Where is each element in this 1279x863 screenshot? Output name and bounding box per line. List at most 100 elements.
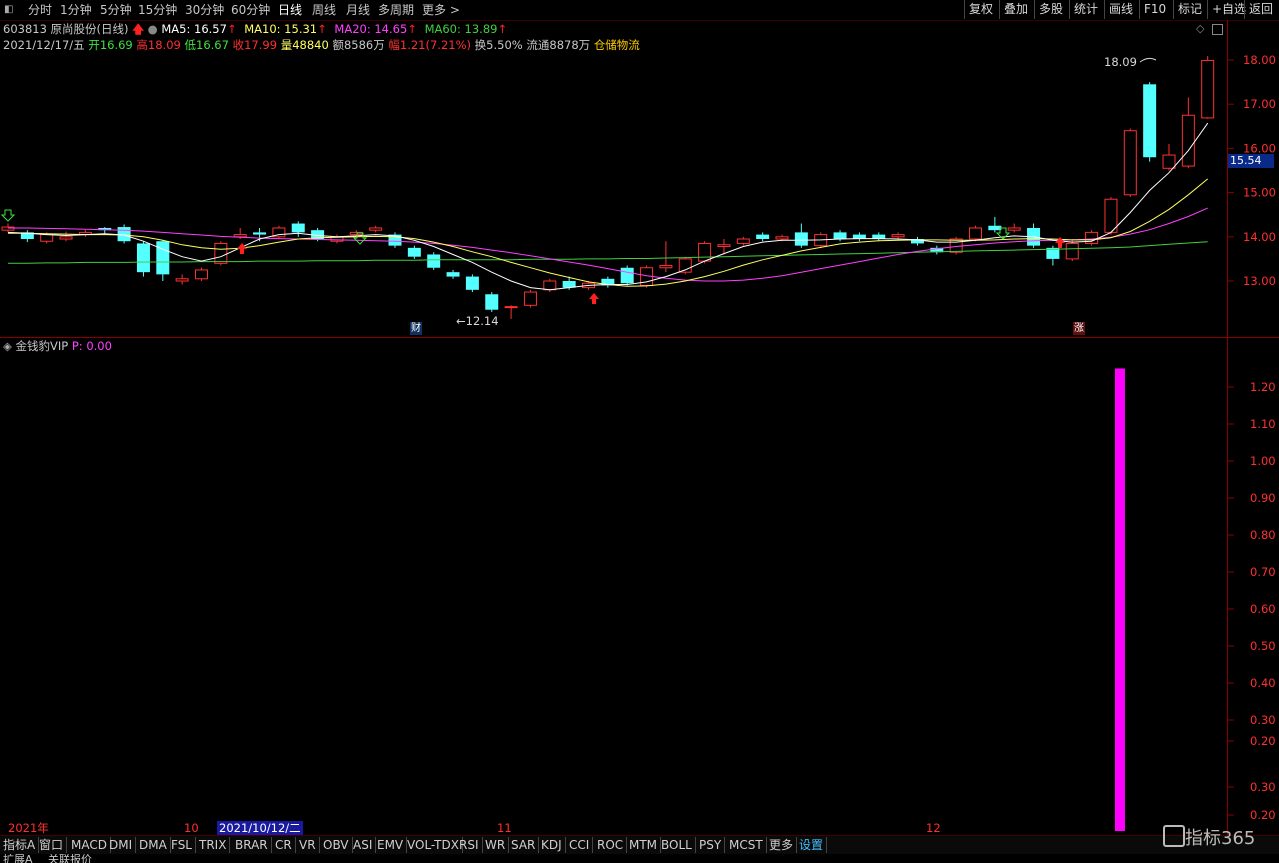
high-pointer-icon — [1139, 57, 1157, 63]
period-multi[interactable]: 多周期 — [378, 2, 414, 18]
candle-body — [291, 223, 305, 233]
indicator-tab-23[interactable]: MCST — [726, 837, 767, 853]
indicator-tab-13[interactable]: VOL-TDX — [404, 837, 463, 853]
indicator-tick-label: 0.80 — [1250, 528, 1276, 542]
fuquan-button[interactable]: 复权 — [964, 0, 997, 19]
indicator-tick-label: 1.00 — [1250, 454, 1276, 468]
candle-body — [214, 242, 228, 264]
x-label-dec: 12 — [926, 821, 941, 835]
indicator-tab-2[interactable]: MACD — [68, 837, 111, 853]
back-button[interactable]: 返回 — [1244, 0, 1277, 19]
indicator-tab-11[interactable]: ASI — [350, 837, 377, 853]
indicator-tab-bar: 指标A 窗口 MACD DMI DMA FSL TRIX BRAR CR VR OBV ASI EMV V… — [0, 835, 1279, 854]
candle-body — [775, 236, 789, 240]
draw-line-button[interactable]: 画线 — [1104, 0, 1137, 19]
indicator-value: P: 0.00 — [71, 339, 112, 353]
indicator-group — [1114, 368, 1125, 831]
rise-badge[interactable]: 涨 — [1073, 322, 1085, 335]
current-price-label: 15.54 — [1228, 154, 1274, 168]
candle-body — [698, 242, 712, 262]
indicator-tab-6[interactable]: TRIX — [196, 837, 231, 853]
top-toolbar: ◧ 分时 1分钟 5分钟 15分钟 30分钟 60分钟 日线 周线 月线 多周期… — [0, 0, 1279, 21]
indicator-tab-12[interactable]: EMV — [374, 837, 408, 853]
high-annotation: 18.09 — [1104, 55, 1137, 69]
period-15min[interactable]: 15分钟 — [138, 2, 177, 18]
indicator-tab-9[interactable]: VR — [296, 837, 320, 853]
candle-body — [175, 278, 189, 282]
candle-body — [1007, 227, 1021, 231]
indicator-tab-22[interactable]: PSY — [696, 837, 726, 853]
indicator-name[interactable]: 金钱豹VIP — [16, 339, 69, 353]
indicator-tab-20[interactable]: MTM — [626, 837, 662, 853]
indicator-tick-label: 0.20 — [1250, 808, 1276, 822]
period-1min[interactable]: 1分钟 — [60, 2, 92, 18]
indicator-tab-19[interactable]: ROC — [594, 837, 628, 853]
multi-stock-button[interactable]: 多股 — [1034, 0, 1067, 19]
candle-body — [717, 244, 731, 248]
indicator-tab-7[interactable]: BRAR — [232, 837, 272, 853]
indicator-toggle-icon[interactable]: ◈ — [3, 339, 12, 353]
indicator-tab-4[interactable]: DMA — [136, 837, 171, 853]
period-more[interactable]: 更多 > — [422, 2, 460, 18]
indicator-tab-18[interactable]: CCI — [566, 837, 594, 853]
indicator-tick-label: 1.10 — [1250, 417, 1276, 431]
candle-body — [369, 227, 383, 231]
x-label-oct: 10 — [184, 821, 199, 835]
candle-body — [253, 232, 267, 235]
ma5-line — [7, 122, 1209, 291]
candle-body — [485, 294, 499, 310]
candle-body — [659, 265, 673, 269]
indicator-tab-15[interactable]: WR — [482, 837, 510, 853]
candle-body — [794, 232, 808, 246]
candle-body — [156, 241, 170, 275]
period-daily[interactable]: 日线 — [278, 2, 302, 18]
price-tick-label: 17.00 — [1243, 97, 1276, 111]
indicator-tab-8[interactable]: CR — [272, 837, 296, 853]
indicator-tab-3[interactable]: DMI — [106, 837, 137, 853]
window-menu-icon[interactable]: ◧ — [4, 2, 13, 18]
period-30min[interactable]: 30分钟 — [185, 2, 224, 18]
candle-body — [427, 254, 441, 268]
indicator-tab-25[interactable]: 设置 — [796, 837, 828, 853]
candle-body — [1123, 130, 1137, 196]
candle-body — [891, 234, 905, 238]
stats-button[interactable]: 统计 — [1069, 0, 1102, 19]
kline-chart[interactable]: 13.0014.0015.0016.0017.0018.00 0.300.400… — [0, 20, 1279, 863]
indicator-tick-label: 0.30 — [1250, 780, 1276, 794]
x-label-year: 2021年 — [8, 821, 49, 835]
candle-body — [756, 234, 770, 240]
candle-body — [620, 267, 634, 284]
candle-body — [195, 269, 208, 280]
f10-button[interactable]: F10 — [1139, 0, 1170, 19]
status-tab-related[interactable]: 关联报价 — [48, 854, 92, 863]
indicator-tab-10[interactable]: OBV — [320, 837, 353, 853]
mark-button[interactable]: 标记 — [1173, 0, 1206, 19]
sell-signal-icon — [0, 209, 16, 222]
cursor-date-label: 2021/10/12/二 — [217, 821, 303, 835]
indicator-tab-24[interactable]: 更多 — [766, 837, 798, 853]
period-fenshi[interactable]: 分时 — [28, 2, 52, 18]
candle-body — [446, 272, 460, 277]
candle-body — [1143, 84, 1157, 158]
price-tick-label: 13.00 — [1243, 274, 1276, 288]
period-60min[interactable]: 60分钟 — [231, 2, 270, 18]
period-weekly[interactable]: 周线 — [312, 2, 336, 18]
finance-badge[interactable]: 财 — [410, 322, 422, 335]
buy-signal-icon — [1055, 237, 1065, 248]
indicator-tab-14[interactable]: RSI — [456, 837, 483, 853]
period-monthly[interactable]: 月线 — [346, 2, 370, 18]
period-5min[interactable]: 5分钟 — [100, 2, 132, 18]
buy-signal-icon — [589, 293, 599, 304]
indicator-tab-0[interactable]: 指标A — [0, 837, 40, 853]
indicator-tick-label: 0.90 — [1250, 491, 1276, 505]
indicator-tick-label: 0.40 — [1250, 676, 1276, 690]
indicator-tick-label: 1.20 — [1250, 380, 1276, 394]
indicator-tab-1[interactable]: 窗口 — [36, 837, 68, 853]
indicator-tab-16[interactable]: SAR — [508, 837, 540, 853]
indicator-tab-17[interactable]: KDJ — [538, 837, 566, 853]
logo-text: 指标365 — [1185, 828, 1256, 849]
indicator-tab-21[interactable]: BOLL — [658, 837, 696, 853]
indicator-tab-5[interactable]: FSL — [168, 837, 196, 853]
status-tab-ext[interactable]: 扩展A — [3, 854, 33, 863]
overlay-button[interactable]: 叠加 — [999, 0, 1032, 19]
